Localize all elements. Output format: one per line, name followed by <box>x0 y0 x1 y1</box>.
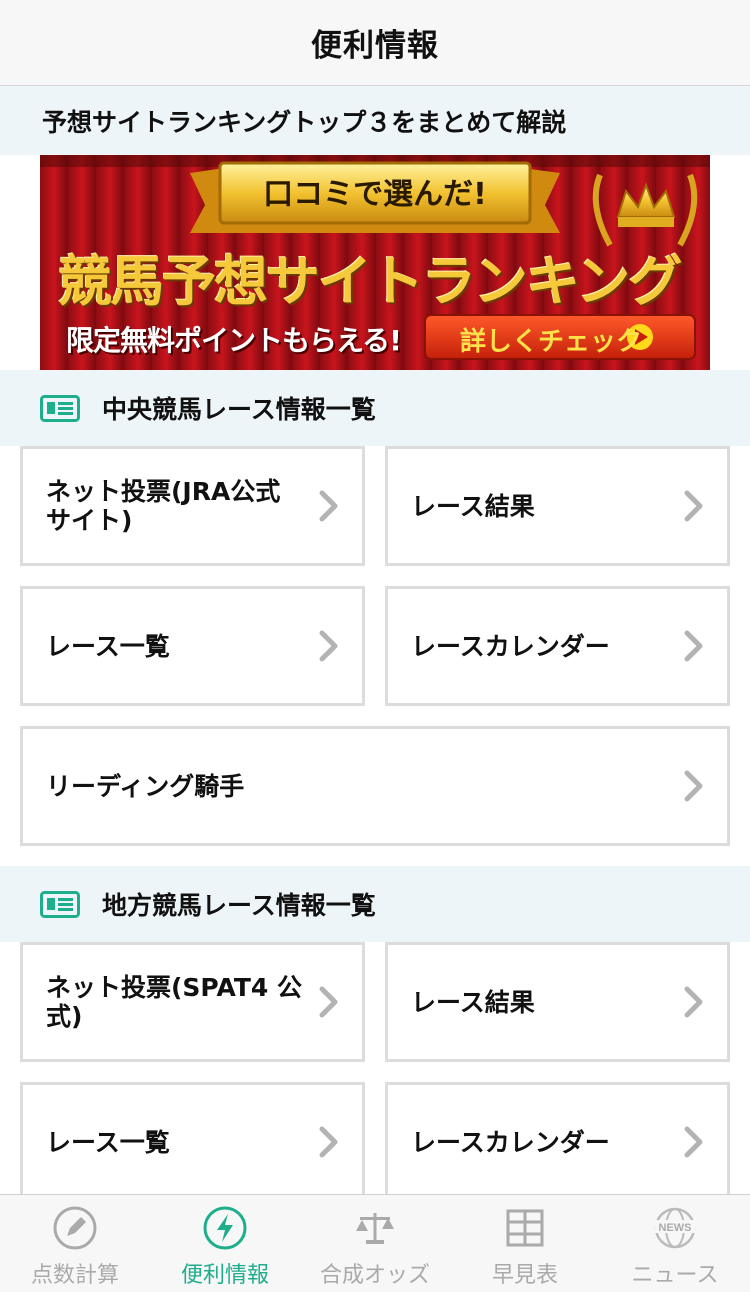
card-label: レースカレンダー <box>411 631 610 661</box>
central-race-results-button[interactable]: レース結果 <box>385 446 730 566</box>
chevron-right-icon <box>684 1126 703 1158</box>
tab-label: 点数計算 <box>30 1263 119 1288</box>
card-label: レース一覧 <box>46 631 170 661</box>
card-label: レースカレンダー <box>411 1127 610 1157</box>
local-section-title: 地方競馬レース情報一覧 <box>102 891 376 920</box>
card-label: ネット投票(SPAT4 公式) <box>46 973 303 1031</box>
promo-section-header[interactable]: 予想サイトランキングトップ３をまとめて解説 <box>0 86 750 155</box>
local-race-calendar-button[interactable]: レースカレンダー <box>385 1082 730 1202</box>
news-globe-icon: NEWS <box>654 1207 696 1249</box>
central-race-list-button[interactable]: レース一覧 <box>20 586 365 706</box>
local-race-list-button[interactable]: レース一覧 <box>20 1082 365 1202</box>
card-label: レース一覧 <box>46 1127 170 1157</box>
tab-quick-table[interactable]: 早見表 <box>450 1195 600 1292</box>
tab-label: 早見表 <box>491 1263 558 1288</box>
chevron-right-icon <box>684 630 703 662</box>
chevron-right-icon <box>684 770 703 802</box>
chevron-right-icon <box>684 986 703 1018</box>
crown-icon <box>592 173 698 247</box>
page-title: 便利情報 <box>311 28 439 64</box>
tab-label: ニュース <box>631 1263 719 1288</box>
local-net-vote-button[interactable]: ネット投票(SPAT4 公式) <box>20 942 365 1062</box>
central-section-title: 中央競馬レース情報一覧 <box>102 395 376 424</box>
svg-text:NEWS: NEWS <box>659 1222 692 1234</box>
banner-check-button[interactable]: 詳しくチェック <box>460 321 642 358</box>
chevron-right-icon <box>319 986 338 1018</box>
card-label: レース結果 <box>411 987 535 1017</box>
promo-title[interactable]: 予想サイトランキングトップ３をまとめて解説 <box>42 103 566 139</box>
tab-label: 合成オッズ <box>319 1263 430 1288</box>
newspaper-icon <box>40 890 80 918</box>
local-race-results-button[interactable]: レース結果 <box>385 942 730 1062</box>
newspaper-icon <box>40 394 80 422</box>
tab-combined-odds[interactable]: 合成オッズ <box>300 1195 450 1292</box>
card-label: ネット投票(JRA公式 サイト) <box>46 477 281 535</box>
pencil-icon <box>53 1206 97 1250</box>
central-net-vote-button[interactable]: ネット投票(JRA公式 サイト) <box>20 446 365 566</box>
chevron-right-icon <box>319 490 338 522</box>
chevron-right-icon <box>319 1126 338 1158</box>
central-race-calendar-button[interactable]: レースカレンダー <box>385 586 730 706</box>
chevron-right-icon <box>319 630 338 662</box>
tab-label: 便利情報 <box>180 1263 269 1288</box>
card-label: レース結果 <box>411 491 535 521</box>
bottom-tab-bar: 点数計算 便利情報 合成オッズ 早見表 NEWS ニュース <box>0 1194 750 1292</box>
local-section-header: 地方競馬レース情報一覧 <box>0 866 750 942</box>
banner-subline: 限定無料ポイントもらえる! <box>66 324 402 357</box>
card-label: リーディング騎手 <box>46 771 245 801</box>
ranking-banner[interactable]: 口コミで選んだ! 競馬予想サイトランキング 限定無料ポイントもらえる! 詳しくチ… <box>40 155 710 370</box>
tab-news[interactable]: NEWS ニュース <box>600 1195 750 1292</box>
tab-score-calc[interactable]: 点数計算 <box>0 1195 150 1292</box>
central-leading-jockey-button[interactable]: リーディング騎手 <box>20 726 730 846</box>
scales-icon <box>356 1213 394 1244</box>
banner-headline: 競馬予想サイトランキング <box>58 250 682 313</box>
banner-ribbon-text: 口コミで選んだ! <box>263 177 487 212</box>
grid-icon <box>506 1209 544 1247</box>
nav-header: 便利情報 <box>0 0 750 86</box>
tab-useful-info[interactable]: 便利情報 <box>150 1195 300 1292</box>
chevron-right-icon <box>684 490 703 522</box>
central-section-header: 中央競馬レース情報一覧 <box>0 370 750 446</box>
lightning-icon <box>203 1206 247 1250</box>
